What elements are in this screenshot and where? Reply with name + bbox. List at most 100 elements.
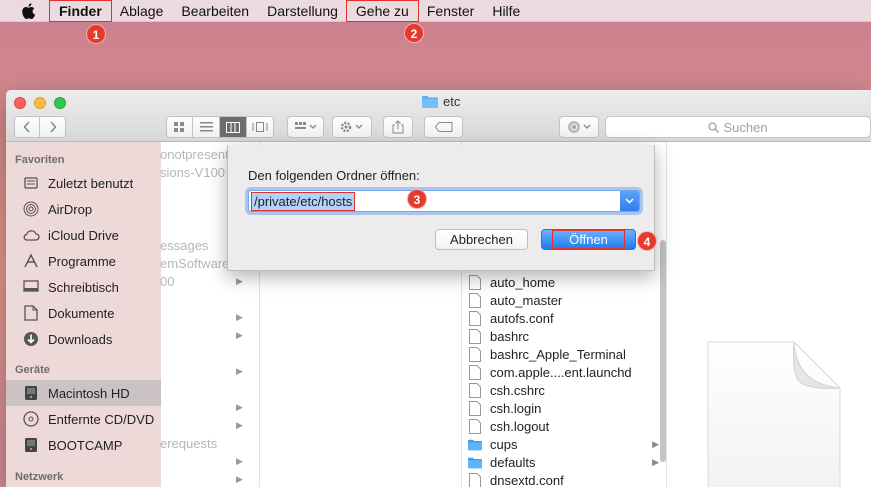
harddisk-icon bbox=[22, 384, 40, 402]
sidebar-item-desktop[interactable]: Schreibtisch bbox=[6, 274, 161, 300]
file-name: csh.cshrc bbox=[490, 382, 545, 398]
menu-ablage[interactable]: Ablage bbox=[111, 1, 173, 21]
documents-icon bbox=[22, 304, 40, 322]
share-options-button[interactable] bbox=[559, 116, 599, 138]
sidebar-item-icloud[interactable]: iCloud Drive bbox=[6, 222, 161, 248]
zoom-button[interactable] bbox=[54, 97, 66, 109]
desktop-icon bbox=[22, 278, 40, 296]
chevron-right-icon: ▶ bbox=[236, 456, 243, 466]
search-field[interactable]: Suchen bbox=[605, 116, 871, 138]
chevron-right-icon: ▶ bbox=[652, 438, 659, 449]
file-icon bbox=[468, 400, 482, 416]
grid-icon bbox=[174, 121, 184, 132]
step-badge-4: 4 bbox=[637, 231, 657, 251]
cancel-button-label: Abbrechen bbox=[450, 232, 513, 247]
sidebar-item-documents[interactable]: Dokumente bbox=[6, 300, 161, 326]
folder-row[interactable]: defaults ▶ bbox=[468, 453, 663, 471]
scrollbar[interactable] bbox=[660, 240, 666, 462]
search-icon bbox=[708, 121, 720, 133]
sidebar-item-bootcamp[interactable]: BOOTCAMP bbox=[6, 432, 161, 458]
menu-gehe-zu[interactable]: Gehe zu bbox=[345, 0, 419, 22]
menu-finder[interactable]: Finder bbox=[49, 0, 112, 22]
column-item[interactable]: essages bbox=[160, 238, 208, 253]
column-item[interactable]: sions-V100 bbox=[160, 165, 225, 180]
file-name: com.apple....ent.launchd bbox=[490, 364, 632, 380]
file-icon bbox=[468, 274, 482, 290]
chevron-right-icon: ▶ bbox=[236, 402, 243, 412]
disc-icon bbox=[22, 410, 40, 428]
sidebar-item-applications[interactable]: Programme bbox=[6, 248, 161, 274]
arrange-icon bbox=[294, 122, 316, 129]
sidebar-item-label: BOOTCAMP bbox=[48, 437, 123, 453]
column-divider[interactable] bbox=[666, 142, 667, 487]
file-row[interactable]: auto_home bbox=[468, 273, 663, 291]
sidebar-item-downloads[interactable]: Downloads bbox=[6, 326, 161, 352]
column-item[interactable]: emSoftware bbox=[160, 256, 229, 271]
finder-window: etc Suchen Favoriten Zuletzt benutzt Air… bbox=[6, 90, 871, 487]
menu-bearbeiten[interactable]: Bearbeiten bbox=[172, 1, 258, 21]
coverflow-icon bbox=[252, 122, 268, 132]
column-item[interactable]: 00 bbox=[160, 274, 174, 289]
path-history-dropdown-button[interactable] bbox=[620, 191, 639, 211]
drive-icon bbox=[22, 436, 40, 454]
back-button[interactable] bbox=[14, 116, 40, 138]
menu-darstellung[interactable]: Darstellung bbox=[258, 1, 347, 21]
column-item[interactable]: erequests bbox=[160, 436, 217, 451]
action-button[interactable] bbox=[332, 116, 372, 138]
sidebar-item-macintosh-hd[interactable]: Macintosh HD bbox=[6, 380, 161, 406]
column-view-button[interactable] bbox=[220, 116, 247, 138]
sidebar-item-remote-disc[interactable]: Entfernte CD/DVD bbox=[6, 406, 161, 432]
folder-path-combobox[interactable]: /private/etc/hosts bbox=[248, 190, 640, 212]
folder-icon bbox=[468, 436, 482, 452]
file-row[interactable]: csh.logout bbox=[468, 417, 663, 435]
file-row[interactable]: com.apple....ent.launchd bbox=[468, 363, 663, 381]
minimize-button[interactable] bbox=[34, 97, 46, 109]
menu-hilfe[interactable]: Hilfe bbox=[483, 1, 529, 21]
applications-icon bbox=[22, 252, 40, 270]
sidebar-header-devices: Geräte bbox=[15, 364, 50, 376]
sidebar-item-label: Schreibtisch bbox=[48, 279, 119, 295]
list-view-button[interactable] bbox=[193, 116, 220, 138]
file-icon bbox=[468, 346, 482, 362]
file-row[interactable]: autofs.conf bbox=[468, 309, 663, 327]
recents-icon bbox=[22, 174, 40, 192]
chevron-right-icon: ▶ bbox=[236, 474, 243, 484]
share-button[interactable] bbox=[383, 116, 413, 138]
icon-view-button[interactable] bbox=[166, 116, 193, 138]
close-button[interactable] bbox=[14, 97, 26, 109]
file-row[interactable]: dnsextd.conf bbox=[468, 471, 663, 487]
file-row[interactable]: csh.login bbox=[468, 399, 663, 417]
window-title-text: etc bbox=[443, 94, 461, 109]
apple-menu-icon[interactable] bbox=[20, 2, 36, 19]
chevron-right-icon: ▶ bbox=[236, 366, 243, 376]
file-name: defaults bbox=[490, 454, 536, 470]
file-name: auto_master bbox=[490, 292, 563, 308]
forward-button[interactable] bbox=[40, 116, 66, 138]
menu-fenster[interactable]: Fenster bbox=[418, 1, 483, 21]
arrange-button[interactable] bbox=[287, 116, 324, 138]
sidebar-item-airdrop[interactable]: AirDrop bbox=[6, 196, 161, 222]
tags-button[interactable] bbox=[424, 116, 463, 138]
folder-row[interactable]: cups ▶ bbox=[468, 435, 663, 453]
file-name: auto_home bbox=[490, 274, 556, 290]
cancel-button[interactable]: Abbrechen bbox=[435, 229, 528, 250]
sidebar-item-recents[interactable]: Zuletzt benutzt bbox=[6, 170, 161, 196]
file-name: csh.logout bbox=[490, 418, 550, 434]
file-row[interactable]: bashrc_Apple_Terminal bbox=[468, 345, 663, 363]
coverflow-view-button[interactable] bbox=[247, 116, 274, 138]
file-name: dnsextd.conf bbox=[490, 472, 564, 487]
file-row[interactable]: bashrc bbox=[468, 327, 663, 345]
column-item[interactable]: onotpresent bbox=[160, 147, 229, 162]
file-row[interactable]: auto_master bbox=[468, 291, 663, 309]
file-name: bashrc_Apple_Terminal bbox=[490, 346, 626, 362]
open-button[interactable]: Öffnen bbox=[541, 229, 636, 250]
folder-path-input[interactable]: /private/etc/hosts bbox=[250, 192, 356, 211]
folder-icon bbox=[468, 454, 482, 470]
file-icon bbox=[468, 472, 482, 487]
chevron-right-icon bbox=[49, 121, 57, 133]
file-row[interactable]: csh.cshrc bbox=[468, 381, 663, 399]
sidebar-item-label: iCloud Drive bbox=[48, 227, 119, 243]
sidebar-item-label: Programme bbox=[48, 253, 116, 269]
file-icon bbox=[468, 382, 482, 398]
step-badge-2: 2 bbox=[404, 23, 424, 43]
